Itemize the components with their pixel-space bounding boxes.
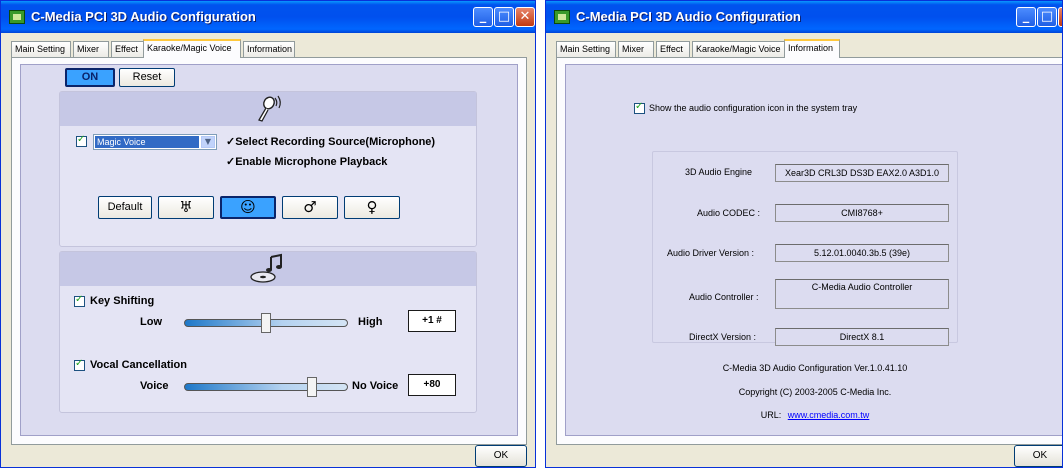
url-line: URL: www.cmedia.com.tw <box>566 410 1062 420</box>
tab-information[interactable]: Information <box>784 39 840 58</box>
select-recording-source-option[interactable]: ✓Select Recording Source(Microphone) <box>226 135 435 148</box>
male-symbol-icon: ♂ <box>303 198 317 216</box>
directx-version-value: DirectX 8.1 <box>775 328 949 346</box>
vocal-cancellation-checkbox[interactable] <box>74 358 85 371</box>
vocal-cancellation-slider-thumb[interactable] <box>307 377 318 397</box>
version-line: C-Media 3D Audio Configuration Ver.1.0.4… <box>722 363 908 373</box>
audio-config-window-right: C-Media PCI 3D Audio Configuration _ □ ✕… <box>545 0 1063 468</box>
window-title: C-Media PCI 3D Audio Configuration <box>31 9 256 24</box>
minimize-button[interactable]: _ <box>1016 7 1036 27</box>
audio-controller-label: Audio Controller : <box>689 292 759 302</box>
preset-male-button[interactable]: ♂ <box>282 196 338 219</box>
vocal-cancellation-value: +80 <box>408 374 456 396</box>
tray-icon-checkbox[interactable] <box>634 101 645 114</box>
vocal-cancellation-slider[interactable] <box>184 383 348 391</box>
karaoke-header <box>60 252 476 286</box>
enable-microphone-playback-option[interactable]: ✓Enable Microphone Playback <box>226 155 387 168</box>
preset-monster-button[interactable]: ♅ <box>158 196 214 219</box>
vocal-cancellation-high-label: No Voice <box>352 380 399 392</box>
monster-icon: ♅ <box>179 198 193 216</box>
window-title: C-Media PCI 3D Audio Configuration <box>576 9 801 24</box>
app-icon <box>9 10 25 24</box>
audio-engine-value: Xear3D CRL3D DS3D EAX2.0 A3D1.0 <box>775 164 949 182</box>
audio-config-window-left: C-Media PCI 3D Audio Configuration _ □ ✕… <box>0 0 536 468</box>
close-button[interactable]: ✕ <box>515 7 535 27</box>
alien-face-icon: ☺ <box>240 198 256 216</box>
preset-alien-button[interactable]: ☺ <box>220 196 276 219</box>
audio-codec-value: CMI8768+ <box>775 204 949 222</box>
tab-mixer[interactable]: Mixer <box>618 41 654 57</box>
audio-info-frame: 3D Audio Engine Xear3D CRL3D DS3D EAX2.0… <box>652 151 958 346</box>
title-bar[interactable]: C-Media PCI 3D Audio Configuration _ □ ✕ <box>546 1 1062 33</box>
audio-driver-version-label: Audio Driver Version : <box>667 248 755 258</box>
close-button[interactable]: ✕ <box>1058 7 1062 27</box>
cmedia-website-link[interactable]: www.cmedia.com.tw <box>788 410 870 420</box>
vocal-cancellation-label: Vocal Cancellation <box>90 359 187 371</box>
tab-main-setting[interactable]: Main Setting <box>556 41 616 57</box>
tab-mixer[interactable]: Mixer <box>73 41 109 57</box>
directx-version-label: DirectX Version : <box>689 332 757 342</box>
ok-button[interactable]: OK <box>475 445 527 467</box>
audio-driver-version-value: 5.12.01.0040.3b.5 (39e) <box>775 244 949 262</box>
key-shifting-checkbox[interactable] <box>74 294 85 307</box>
on-button[interactable]: ON <box>65 68 115 87</box>
audio-engine-label: 3D Audio Engine <box>685 167 753 177</box>
key-shifting-value: +1 # <box>408 310 456 332</box>
tab-information[interactable]: Information <box>243 41 295 57</box>
magic-voice-dropdown[interactable]: Magic Voice ▼ <box>93 134 217 150</box>
maximize-button[interactable]: □ <box>494 7 514 27</box>
female-symbol-icon: ♀ <box>366 198 378 216</box>
maximize-button[interactable]: □ <box>1037 7 1057 27</box>
karaoke-section: Key Shifting Low High +1 # Vocal Cancell… <box>59 251 477 413</box>
reset-button[interactable]: Reset <box>119 68 175 87</box>
magic-voice-header <box>60 92 476 126</box>
key-shifting-low-label: Low <box>140 316 162 328</box>
copyright-line: Copyright (C) 2003-2005 C-Media Inc. <box>738 387 892 397</box>
tab-effect[interactable]: Effect <box>111 41 145 57</box>
default-button[interactable]: Default <box>98 196 152 219</box>
tab-panel: Show the audio configuration icon in the… <box>556 57 1062 445</box>
vocal-cancellation-low-label: Voice <box>140 380 169 392</box>
information-panel: Show the audio configuration icon in the… <box>565 64 1062 436</box>
magic-voice-selected: Magic Voice <box>95 136 199 148</box>
audio-controller-value: C-Media Audio Controller <box>775 279 949 309</box>
ok-button[interactable]: OK <box>1014 445 1062 467</box>
app-icon <box>554 10 570 24</box>
minimize-button[interactable]: _ <box>473 7 493 27</box>
url-label: URL: <box>760 410 782 420</box>
tab-main-setting[interactable]: Main Setting <box>11 41 71 57</box>
karaoke-panel: ON Reset Magic Voice ▼ ✓Select Recording… <box>20 64 518 436</box>
key-shifting-high-label: High <box>358 316 383 328</box>
preset-female-button[interactable]: ♀ <box>344 196 400 219</box>
magic-voice-section: Magic Voice ▼ ✓Select Recording Source(M… <box>59 91 477 247</box>
audio-codec-label: Audio CODEC : <box>697 208 761 218</box>
tab-karaoke-magic-voice[interactable]: Karaoke/Magic Voice <box>143 39 241 58</box>
title-bar[interactable]: C-Media PCI 3D Audio Configuration _ □ ✕ <box>1 1 535 33</box>
tab-effect[interactable]: Effect <box>656 41 690 57</box>
key-shifting-slider-thumb[interactable] <box>261 313 271 333</box>
microphone-icon <box>258 95 281 122</box>
tray-icon-label: Show the audio configuration icon in the… <box>649 103 858 113</box>
key-shifting-label: Key Shifting <box>90 295 155 307</box>
tab-karaoke-magic-voice[interactable]: Karaoke/Magic Voice <box>692 41 786 57</box>
tab-panel: ON Reset Magic Voice ▼ ✓Select Recording… <box>11 57 527 445</box>
magic-voice-checkbox[interactable] <box>76 134 87 147</box>
chevron-down-icon[interactable]: ▼ <box>201 136 215 148</box>
music-disc-icon <box>250 253 282 283</box>
